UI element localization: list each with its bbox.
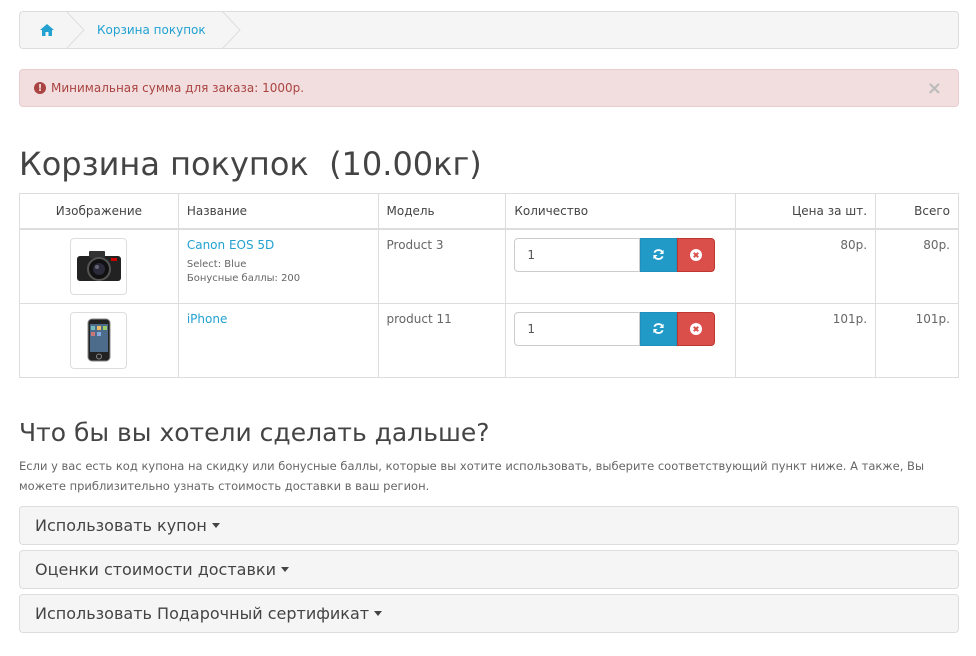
- product-name-link[interactable]: iPhone: [187, 312, 228, 326]
- breadcrumb-separator: [222, 12, 241, 48]
- line-total: 101р.: [875, 302, 959, 378]
- quantity-input[interactable]: [514, 311, 641, 346]
- quantity-group: [514, 311, 727, 346]
- close-icon[interactable]: ×: [927, 78, 942, 99]
- panel-title: Использовать купон: [35, 516, 207, 535]
- product-model: product 11: [377, 302, 507, 378]
- update-button[interactable]: [640, 311, 678, 346]
- min-order-alert: ! Минимальная сумма для заказа: 1000р. ×: [19, 69, 959, 107]
- remove-button[interactable]: [677, 311, 716, 346]
- breadcrumb: Корзина покупок: [19, 11, 959, 49]
- breadcrumb-cart-link[interactable]: Корзина покупок: [97, 12, 206, 48]
- gift-certificate-panel-toggle[interactable]: Использовать Подарочный сертификат: [19, 594, 959, 633]
- col-header-quantity: Количество: [505, 193, 737, 230]
- table-row: iPhone product 11 101р. 101р.: [19, 302, 959, 378]
- exclamation-circle-icon: !: [34, 82, 46, 94]
- col-header-unit-price: Цена за шт.: [735, 193, 877, 230]
- breadcrumb-separator: [66, 12, 85, 48]
- times-circle-icon: [690, 322, 703, 335]
- line-total: 80р.: [875, 228, 959, 304]
- cart-table: Изображение Название Модель Количество Ц…: [19, 193, 959, 378]
- caret-down-icon: [374, 611, 383, 616]
- quantity-group: [514, 237, 727, 272]
- remove-button[interactable]: [677, 237, 716, 272]
- camera-image: [76, 251, 121, 281]
- caret-down-icon: [211, 523, 220, 528]
- product-reward-points: Бонусные баллы: 200: [186, 272, 301, 284]
- product-option: Select: Blue: [186, 258, 247, 270]
- update-button[interactable]: [640, 237, 678, 272]
- product-name-link[interactable]: Canon EOS 5D: [187, 238, 274, 252]
- product-model: Product 3: [377, 228, 507, 304]
- alert-text: Минимальная сумма для заказа: 1000р.: [51, 81, 305, 95]
- next-steps-heading: Что бы вы хотели сделать дальше?: [19, 418, 490, 447]
- caret-down-icon: [280, 567, 289, 572]
- phone-image: [87, 318, 111, 362]
- product-thumbnail-camera[interactable]: [70, 237, 128, 295]
- unit-price: 101р.: [735, 302, 877, 378]
- product-thumbnail-iphone[interactable]: [70, 311, 128, 369]
- shipping-estimate-panel-toggle[interactable]: Оценки стоимости доставки: [19, 550, 959, 589]
- panel-title: Оценки стоимости доставки: [35, 560, 276, 579]
- col-header-model: Модель: [377, 193, 507, 230]
- quantity-input[interactable]: [514, 237, 641, 272]
- next-steps-description: Если у вас есть код купона на скидку или…: [19, 459, 925, 493]
- col-header-image: Изображение: [19, 193, 179, 230]
- times-circle-icon: [690, 248, 703, 261]
- unit-price: 80р.: [735, 228, 877, 304]
- table-row: Canon EOS 5D Select: Blue Бонусные баллы…: [19, 228, 959, 304]
- refresh-icon: [653, 323, 664, 334]
- panel-title: Использовать Подарочный сертификат: [35, 604, 370, 623]
- home-icon: [40, 24, 54, 36]
- coupon-panel-toggle[interactable]: Использовать купон: [19, 506, 959, 545]
- col-header-name: Название: [177, 193, 379, 230]
- page-title: Корзина покупок (10.00кг): [19, 145, 482, 183]
- col-header-total: Всего: [875, 193, 959, 230]
- refresh-icon: [653, 249, 664, 260]
